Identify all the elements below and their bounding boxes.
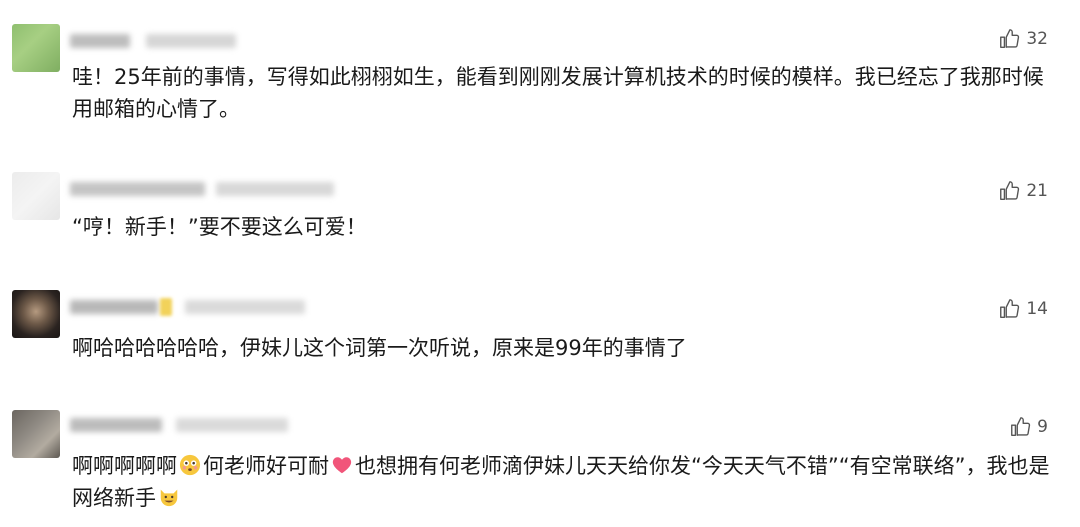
comment-list: 32 哇！25年前的事情，写得如此栩栩如生，能看到刚刚发展计算机技术的时候的模样…: [0, 0, 1080, 527]
like-button[interactable]: 21: [998, 180, 1048, 202]
like-button[interactable]: 32: [998, 28, 1048, 50]
username-blurred[interactable]: [70, 182, 205, 196]
comment-text: 哇！25年前的事情，写得如此栩栩如生，能看到刚刚发展计算机技术的时候的模样。我已…: [72, 65, 1044, 121]
username-blurred[interactable]: [70, 34, 130, 48]
meta-blurred: [216, 182, 334, 196]
heart-icon: [332, 457, 352, 474]
thumbs-up-icon: [1000, 299, 1020, 318]
thumbs-up-icon: [1011, 417, 1031, 436]
flushed-face-icon: [179, 454, 201, 476]
badge-blurred: [160, 298, 172, 316]
thumbs-up-icon: [1000, 29, 1020, 48]
username-blurred[interactable]: [70, 300, 158, 314]
thumbs-up-icon: [1000, 181, 1020, 200]
like-count: 21: [1026, 181, 1048, 201]
username-blurred[interactable]: [70, 418, 162, 432]
avatar[interactable]: [12, 290, 60, 338]
like-count: 14: [1026, 299, 1048, 319]
avatar[interactable]: [12, 410, 60, 458]
comment-text: 啊啊啊啊啊 何老师好可耐 也想拥有何老师滴伊妹儿天天给你发“今天天气不错”“有空常联…: [72, 450, 1052, 514]
meta-blurred: [146, 34, 236, 48]
avatar[interactable]: [12, 24, 60, 72]
comment-text: “哼！新手！”要不要这么可爱！: [72, 215, 367, 239]
avatar[interactable]: [12, 172, 60, 220]
comment-text-part: 啊啊啊啊啊: [72, 454, 177, 478]
like-button[interactable]: 9: [1009, 416, 1048, 438]
meta-blurred: [185, 300, 305, 314]
comment-text-part: 何老师好可耐: [203, 454, 329, 478]
meta-blurred: [176, 418, 288, 432]
like-button[interactable]: 14: [998, 298, 1048, 320]
comment-text: 啊哈哈哈哈哈哈，伊妹儿这个词第一次听说，原来是99年的事情了: [72, 336, 687, 360]
grinning-cat-icon: [160, 489, 178, 507]
like-count: 9: [1037, 417, 1048, 437]
like-count: 32: [1026, 29, 1048, 49]
